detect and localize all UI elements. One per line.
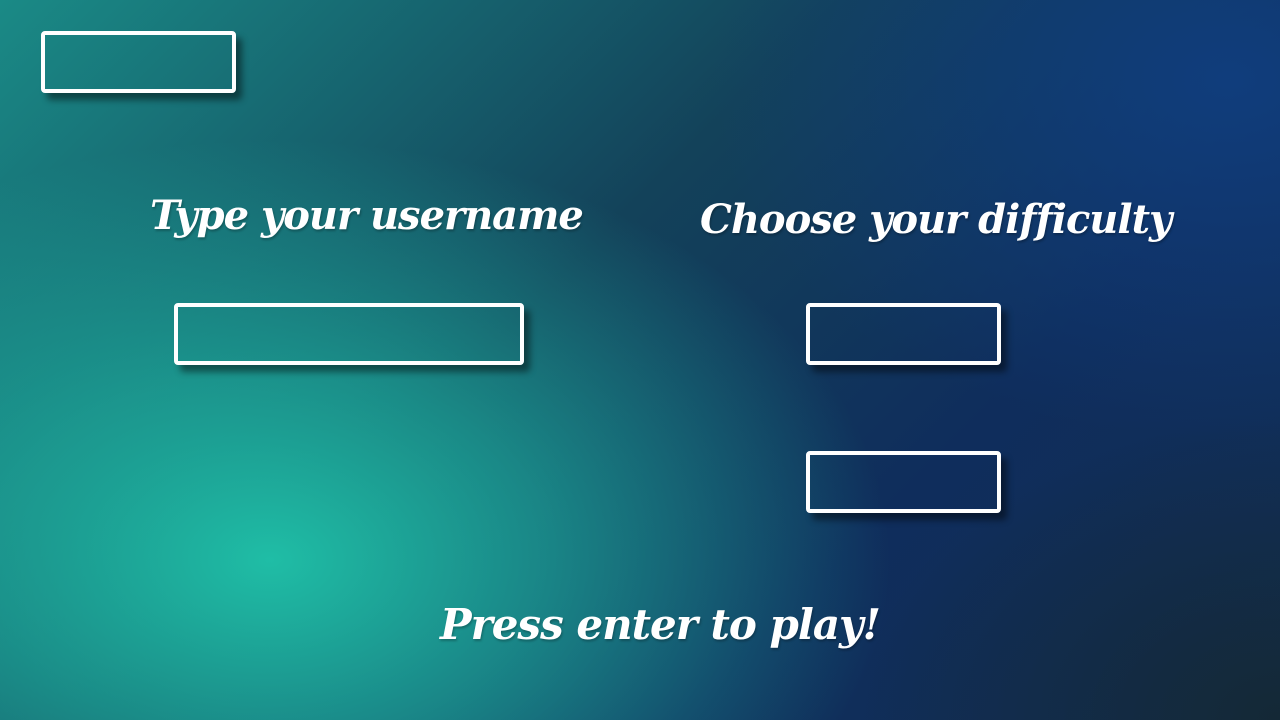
difficulty-option-1[interactable] <box>806 303 1001 365</box>
difficulty-heading: Choose your difficulty <box>700 196 1172 243</box>
username-input[interactable] <box>174 303 524 365</box>
difficulty-option-2[interactable] <box>806 451 1001 513</box>
top-left-button[interactable] <box>41 31 236 93</box>
username-heading: Type your username <box>150 192 584 239</box>
press-enter-prompt: Press enter to play! <box>440 600 881 649</box>
